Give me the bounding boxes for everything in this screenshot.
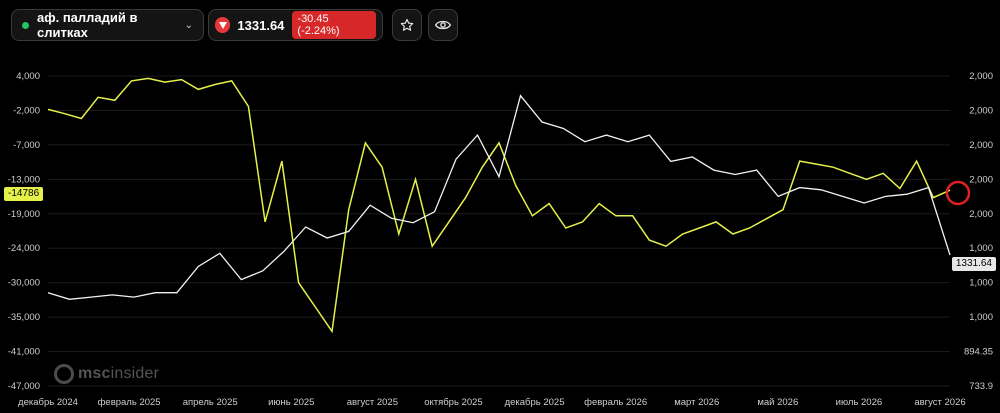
x-tick-label: май 2026 bbox=[757, 397, 798, 408]
x-tick-label: март 2026 bbox=[674, 397, 719, 408]
x-tick-label: август 2026 bbox=[914, 397, 965, 408]
current-value-right-label: 1331.64 bbox=[951, 257, 996, 271]
msc-insider-logo: mscinsider bbox=[54, 364, 159, 384]
x-tick-label: октябрь 2025 bbox=[424, 397, 483, 408]
y-left-tick-label: 4,000 bbox=[16, 71, 40, 82]
y-right-tick-label: 894.35 bbox=[964, 347, 993, 358]
x-tick-label: июль 2026 bbox=[836, 397, 883, 408]
series-line-left bbox=[47, 77, 951, 334]
y-right-tick-label: 2,000 bbox=[969, 105, 993, 116]
x-tick-label: февраль 2025 bbox=[98, 397, 161, 408]
y-left-tick-label: -35,000 bbox=[8, 312, 40, 323]
x-tick-label: декабрь 2025 bbox=[505, 397, 565, 408]
y-right-tick-label: 1,000 bbox=[969, 278, 993, 289]
x-tick-label: июнь 2025 bbox=[268, 397, 314, 408]
y-left-tick-label: -24,000 bbox=[8, 243, 40, 254]
series-line-right bbox=[47, 94, 951, 300]
x-tick-label: апрель 2025 bbox=[183, 397, 238, 408]
red-circle-marker bbox=[945, 180, 971, 206]
current-value-left-label: -14786 bbox=[4, 187, 44, 201]
y-right-tick-label: 2,000 bbox=[969, 174, 993, 185]
y-right-tick-label: 1,000 bbox=[969, 312, 993, 323]
y-left-tick-label: -30,000 bbox=[8, 278, 40, 289]
logo-brand-rest: insider bbox=[110, 365, 160, 382]
y-left-tick-label: -7,000 bbox=[13, 140, 40, 151]
y-right-tick-label: 733.9 bbox=[969, 381, 993, 392]
y-right-tick-label: 2,000 bbox=[969, 140, 993, 151]
y-right-tick-label: 1,000 bbox=[969, 243, 993, 254]
y-right-tick-label: 2,000 bbox=[969, 209, 993, 220]
logo-brand: msc bbox=[78, 365, 111, 382]
y-left-tick-label: -47,000 bbox=[8, 381, 40, 392]
y-left-tick-label: -2,000 bbox=[13, 105, 40, 116]
x-tick-label: февраль 2026 bbox=[584, 397, 647, 408]
y-left-tick-label: -19,000 bbox=[8, 209, 40, 220]
x-tick-label: август 2025 bbox=[347, 397, 398, 408]
y-left-tick-label: -13,000 bbox=[8, 174, 40, 185]
price-chart[interactable]: 4,000 -2,000 -7,000 -13,000 -19,000 -24,000 -3… bbox=[0, 0, 1000, 413]
y-right-tick-label: 2,000 bbox=[969, 71, 993, 82]
x-tick-label: декабрь 2024 bbox=[18, 397, 78, 408]
logo-icon bbox=[54, 364, 74, 384]
y-left-tick-label: -41,000 bbox=[8, 347, 40, 358]
